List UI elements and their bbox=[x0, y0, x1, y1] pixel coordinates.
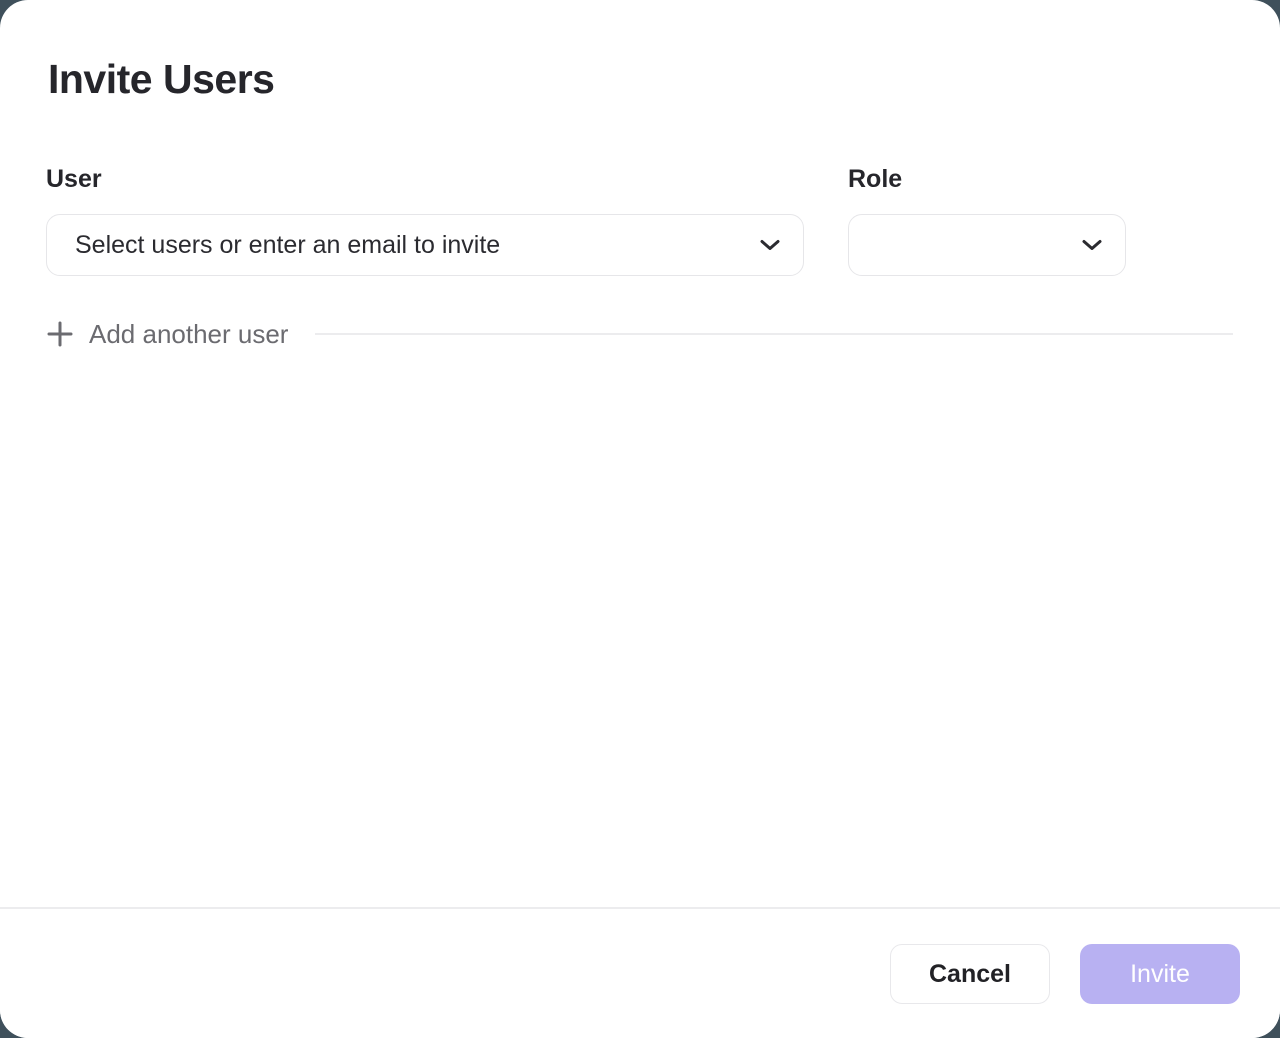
user-field-label: User bbox=[46, 164, 804, 195]
role-select[interactable] bbox=[848, 214, 1126, 276]
user-select[interactable]: Select users or enter an email to invite bbox=[46, 214, 804, 276]
role-field-label: Role bbox=[848, 164, 1126, 195]
invite-users-dialog: Invite Users User Select users or enter … bbox=[0, 0, 1280, 1038]
user-select-placeholder: Select users or enter an email to invite bbox=[75, 231, 500, 260]
chevron-down-icon bbox=[1081, 238, 1103, 252]
chevron-down-icon bbox=[759, 238, 781, 252]
plus-icon bbox=[46, 320, 74, 348]
user-field: User Select users or enter an email to i… bbox=[46, 164, 804, 276]
add-user-row: Add another user bbox=[46, 318, 1233, 350]
cancel-button[interactable]: Cancel bbox=[890, 944, 1050, 1004]
add-another-user-label: Add another user bbox=[89, 318, 288, 350]
dialog-footer: Cancel Invite bbox=[0, 907, 1280, 1038]
invite-button[interactable]: Invite bbox=[1080, 944, 1240, 1004]
role-field: Role bbox=[848, 164, 1126, 276]
divider bbox=[315, 333, 1233, 335]
fields-row: User Select users or enter an email to i… bbox=[46, 164, 1234, 276]
add-another-user-button[interactable]: Add another user bbox=[46, 318, 288, 350]
dialog-title: Invite Users bbox=[48, 54, 1280, 104]
